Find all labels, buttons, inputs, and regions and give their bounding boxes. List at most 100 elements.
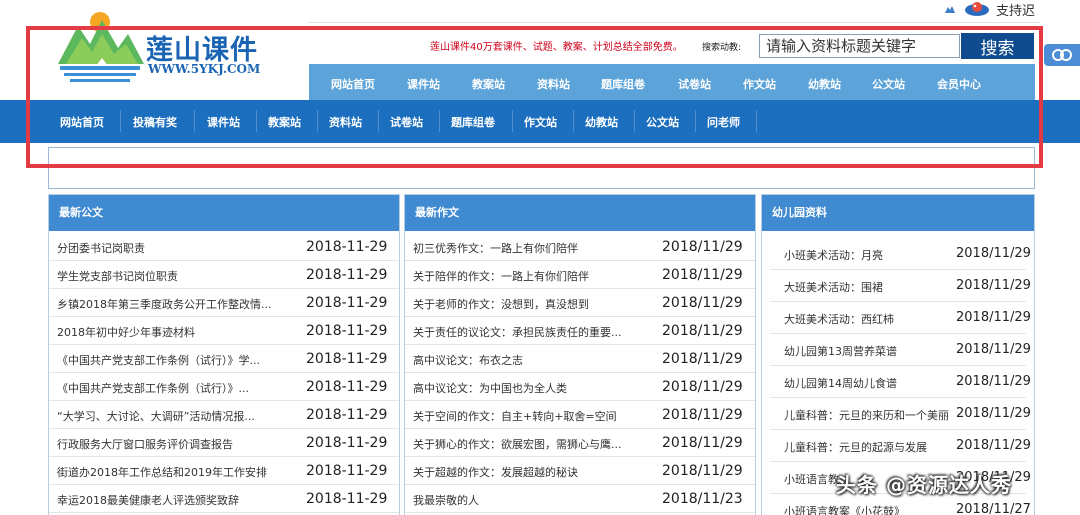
nav-divider bbox=[573, 110, 574, 132]
nav-main-zuowen[interactable]: 作文站 bbox=[743, 76, 776, 92]
nav-divider bbox=[634, 110, 635, 132]
nav-main-shijuan[interactable]: 试卷站 bbox=[678, 76, 711, 92]
nav-main-kejian[interactable]: 课件站 bbox=[407, 76, 440, 92]
nav-sub-tougao[interactable]: 投稿有奖 bbox=[133, 114, 177, 130]
item-title[interactable]: 分团委书记岗职责 bbox=[57, 240, 299, 256]
list-item[interactable]: 街道办2018年工作总结和2019年工作安排 2018-11-29 bbox=[49, 457, 399, 485]
support-text[interactable]: 支持迟 bbox=[996, 0, 1035, 19]
item-title[interactable]: 儿童科普：元旦的起源与发展 bbox=[784, 439, 964, 455]
item-title[interactable]: 关于陪伴的作文：一路上有你们陪伴 bbox=[413, 268, 655, 284]
nav-sub-shijuan[interactable]: 试卷站 bbox=[390, 114, 423, 130]
nav-sub-gongwen[interactable]: 公文站 bbox=[646, 114, 679, 130]
nav-main-youjiao[interactable]: 幼教站 bbox=[808, 76, 841, 92]
nav-main-member[interactable]: 会员中心 bbox=[937, 76, 981, 92]
item-title[interactable]: “大学习、大讨论、大调研”活动情况报... bbox=[57, 408, 299, 424]
nav-main-ziliao[interactable]: 资料站 bbox=[537, 76, 570, 92]
item-title[interactable]: 幼儿园第14周幼儿食谱 bbox=[784, 375, 964, 391]
item-date: 2018/11/29 bbox=[956, 310, 1031, 325]
item-title[interactable]: 乡镇2018年第三季度政务公开工作整改情... bbox=[57, 296, 299, 312]
item-title[interactable]: 小班语言教案《小花鼓》 bbox=[784, 503, 964, 515]
list-item[interactable]: 我最崇敬的人 2018/11/23 bbox=[405, 485, 755, 513]
item-date: 2018-11-29 bbox=[306, 491, 388, 507]
search-button[interactable]: 搜索 bbox=[961, 33, 1034, 59]
item-title[interactable]: 关于超越的作文：发展超越的秘诀 bbox=[413, 464, 655, 480]
nav-divider bbox=[439, 110, 440, 132]
list-item[interactable]: 分团委书记岗职责 2018-11-29 bbox=[49, 233, 399, 261]
item-title[interactable]: 关于老师的作文：没想到，真没想到 bbox=[413, 296, 655, 312]
item-title[interactable]: 大班美术活动：西红柿 bbox=[784, 311, 964, 327]
item-title[interactable]: 高中议论文：布衣之志 bbox=[413, 352, 655, 368]
list-item[interactable]: 大班美术活动：围裙 2018/11/29 bbox=[770, 270, 1031, 302]
panel-title[interactable]: 最新公文 bbox=[49, 195, 399, 231]
item-title[interactable]: 关于狮心的作文：欲展宏图，需狮心与鹰... bbox=[413, 436, 655, 452]
list-item[interactable]: 幼儿园第13周营养菜谱 2018/11/29 bbox=[770, 334, 1031, 366]
list-item[interactable]: 儿童科普：元旦的起源与发展 2018/11/29 bbox=[770, 430, 1031, 462]
list-item[interactable]: 高中议论文：为中国也为全人类 2018/11/29 bbox=[405, 373, 755, 401]
watermark: 头条 @资源达人秀 bbox=[836, 473, 1012, 497]
item-date: 2018/11/29 bbox=[662, 351, 743, 367]
nav-sub-home[interactable]: 网站首页 bbox=[60, 114, 104, 130]
nav-sub-ziliao[interactable]: 资料站 bbox=[329, 114, 362, 130]
item-title[interactable]: 学生党支部书记岗位职责 bbox=[57, 268, 299, 284]
nav-sub-wenlaoshi[interactable]: 问老师 bbox=[707, 114, 740, 130]
nav-sub-jiaoan[interactable]: 教案站 bbox=[268, 114, 301, 130]
panel-latest-zuowen: 最新作文 初三优秀作文：一路上有你们陪伴 2018/11/29 关于陪伴的作文：一… bbox=[404, 194, 756, 515]
item-title[interactable]: 关于责任的议论文：承担民族责任的重要... bbox=[413, 324, 655, 340]
nav-sub-tiku[interactable]: 题库组卷 bbox=[451, 114, 495, 130]
item-title[interactable]: 关于空间的作文：自主+转向+取舍=空间 bbox=[413, 408, 655, 424]
nav-sub-zuowen[interactable]: 作文站 bbox=[524, 114, 557, 130]
item-title[interactable]: 初三优秀作文：一路上有你们陪伴 bbox=[413, 240, 655, 256]
mascot-icon bbox=[965, 2, 989, 16]
list-item[interactable]: 关于老师的作文：没想到，真没想到 2018/11/29 bbox=[405, 289, 755, 317]
item-title[interactable]: 《中国共产党支部工作条例（试行）》学... bbox=[57, 352, 299, 368]
nav-divider bbox=[194, 110, 195, 132]
list-item[interactable]: 大班美术活动：西红柿 2018/11/29 bbox=[770, 302, 1031, 334]
nav-sub-kejian[interactable]: 课件站 bbox=[207, 114, 240, 130]
search-input[interactable] bbox=[759, 34, 960, 58]
item-title[interactable]: 儿童科普：元旦的来历和一个美丽 bbox=[784, 407, 964, 423]
list-item[interactable]: 幼儿园第14周幼儿食谱 2018/11/29 bbox=[770, 366, 1031, 398]
item-title[interactable]: 街道办2018年工作总结和2019年工作安排 bbox=[57, 464, 299, 480]
support-area[interactable]: 支持迟 bbox=[944, 0, 1035, 19]
list-item[interactable]: 幸运2018最美健康老人评选颁奖致辞 2018-11-29 bbox=[49, 485, 399, 513]
item-title[interactable]: 《中国共产党支部工作条例（试行）》... bbox=[57, 380, 299, 396]
logo-url[interactable]: WWW.5YKJ.COM bbox=[148, 62, 260, 76]
list-item[interactable]: 高中议论文：布衣之志 2018/11/29 bbox=[405, 345, 755, 373]
list-item[interactable]: 行政服务大厅窗口服务评价调查报告 2018-11-29 bbox=[49, 429, 399, 457]
item-date: 2018/11/29 bbox=[662, 463, 743, 479]
item-date: 2018-11-29 bbox=[306, 463, 388, 479]
nav-main-jiaoan[interactable]: 教案站 bbox=[472, 76, 505, 92]
list-item[interactable]: 关于陪伴的作文：一路上有你们陪伴 2018/11/29 bbox=[405, 261, 755, 289]
item-title[interactable]: 我最崇敬的人 bbox=[413, 492, 655, 508]
item-title[interactable]: 2018年初中好少年事迹材料 bbox=[57, 324, 299, 340]
item-title[interactable]: 幸运2018最美健康老人评选颁奖致辞 bbox=[57, 492, 299, 508]
nav-main-tiku[interactable]: 题库组卷 bbox=[601, 76, 645, 92]
list-item[interactable]: 2018年初中好少年事迹材料 2018-11-29 bbox=[49, 317, 399, 345]
list-item[interactable]: “大学习、大讨论、大调研”活动情况报... 2018-11-29 bbox=[49, 401, 399, 429]
item-date: 2018/11/29 bbox=[662, 295, 743, 311]
item-title[interactable]: 大班美术活动：围裙 bbox=[784, 279, 964, 295]
list-item[interactable]: 儿童科普：元旦的来历和一个美丽 2018/11/29 bbox=[770, 398, 1031, 430]
list-item[interactable]: 《中国共产党支部工作条例（试行）》学... 2018-11-29 bbox=[49, 345, 399, 373]
item-title[interactable]: 小班美术活动：月亮 bbox=[784, 247, 964, 263]
list-item[interactable]: 乡镇2018年第三季度政务公开工作整改情... 2018-11-29 bbox=[49, 289, 399, 317]
nav-main-gongwen[interactable]: 公文站 bbox=[872, 76, 905, 92]
list-item[interactable]: 关于超越的作文：发展超越的秘诀 2018/11/29 bbox=[405, 457, 755, 485]
list-item[interactable]: 学生党支部书记岗位职责 2018-11-29 bbox=[49, 261, 399, 289]
list-item[interactable]: 关于狮心的作文：欲展宏图，需狮心与鹰... 2018/11/29 bbox=[405, 429, 755, 457]
panel-title[interactable]: 幼儿园资料 bbox=[762, 195, 1034, 231]
list-item[interactable]: 《中国共产党支部工作条例（试行）》... 2018-11-29 bbox=[49, 373, 399, 401]
item-title[interactable]: 行政服务大厅窗口服务评价调查报告 bbox=[57, 436, 299, 452]
share-button[interactable] bbox=[1044, 44, 1080, 66]
panel-title[interactable]: 最新作文 bbox=[405, 195, 755, 231]
nav-main-home[interactable]: 网站首页 bbox=[331, 76, 375, 92]
item-title[interactable]: 高中议论文：为中国也为全人类 bbox=[413, 380, 655, 396]
nav-divider bbox=[695, 110, 696, 132]
item-title[interactable]: 幼儿园第13周营养菜谱 bbox=[784, 343, 964, 359]
nav-sub-youjiao[interactable]: 幼教站 bbox=[585, 114, 618, 130]
list-item[interactable]: 关于空间的作文：自主+转向+取舍=空间 2018/11/29 bbox=[405, 401, 755, 429]
main-nav: 网站首页 课件站 教案站 资料站 题库组卷 试卷站 作文站 幼教站 公文站 会员… bbox=[309, 64, 1035, 100]
list-item[interactable]: 关于责任的议论文：承担民族责任的重要... 2018/11/29 bbox=[405, 317, 755, 345]
list-item[interactable]: 初三优秀作文：一路上有你们陪伴 2018/11/29 bbox=[405, 233, 755, 261]
list-item[interactable]: 小班美术活动：月亮 2018/11/29 bbox=[770, 238, 1031, 270]
